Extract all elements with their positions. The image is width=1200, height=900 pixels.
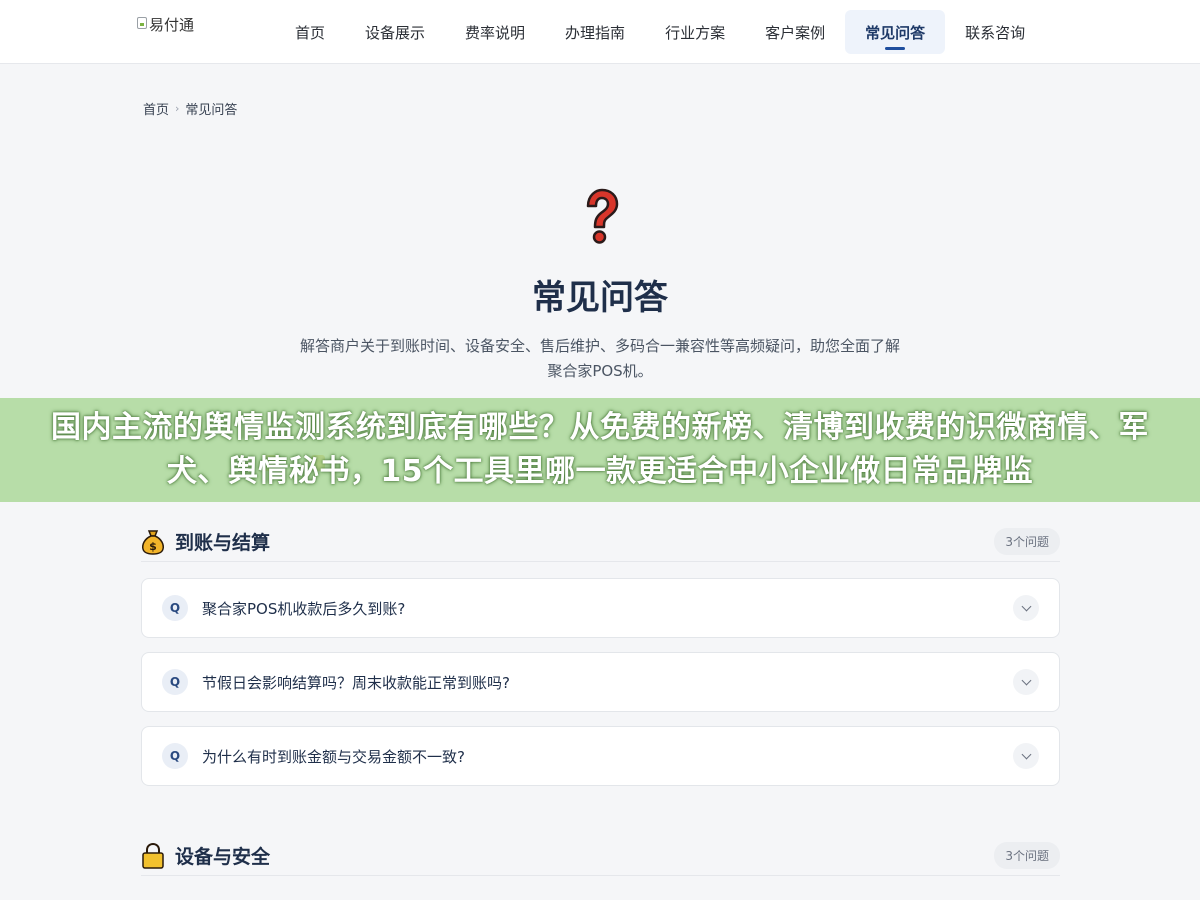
nav-item-home[interactable]: 首页 — [275, 10, 345, 54]
section-title: 设备与安全 — [141, 842, 270, 869]
chevron-down-icon[interactable] — [1013, 595, 1039, 621]
section-header: 设备与安全 3个问题 — [141, 836, 1060, 876]
section-title-text: 设备与安全 — [175, 846, 271, 868]
nav-item-cases[interactable]: 客户案例 — [745, 10, 845, 54]
nav-item-contact[interactable]: 联系咨询 — [945, 10, 1045, 54]
faq-question-item[interactable]: Q 为什么有时到账金额与交易金额不一致? — [141, 726, 1060, 786]
overlay-headline-banner[interactable]: 国内主流的舆情监测系统到底有哪些？从免费的新榜、清博到收费的识微商情、军犬、舆情… — [0, 398, 1200, 502]
nav-item-faq[interactable]: 常见问答 — [845, 10, 946, 54]
section-title: $ 到账与结算 — [141, 528, 270, 555]
svg-text:$: $ — [149, 540, 157, 553]
breadcrumb-current: 常见问答 — [185, 103, 238, 118]
question-count-badge: 3个问题 — [994, 842, 1060, 869]
top-navigation-bar: 易付通 首页 设备展示 费率说明 办理指南 行业方案 客户案例 常见问答 联系咨… — [0, 0, 1200, 64]
nav-item-solutions[interactable]: 行业方案 — [645, 10, 745, 54]
main-nav: 首页 设备展示 费率说明 办理指南 行业方案 客户案例 常见问答 联系咨询 — [275, 10, 1045, 54]
chevron-down-icon[interactable] — [1013, 743, 1039, 769]
banner-headline: 国内主流的舆情监测系统到底有哪些？从免费的新榜、清博到收费的识微商情、军犬、舆情… — [51, 410, 1149, 489]
question-badge: Q — [162, 669, 188, 695]
breadcrumb-home-link[interactable]: 首页 — [143, 99, 169, 118]
faq-section-settlement: $ 到账与结算 3个问题 Q 聚合家POS机收款后多久到账? Q 节假日会影响结… — [141, 522, 1060, 786]
chevron-down-icon[interactable] — [1013, 669, 1039, 695]
logo-alt-text: 易付通 — [149, 16, 195, 34]
breadcrumb-separator-icon: › — [175, 102, 180, 115]
question-text: 节假日会影响结算吗？周末收款能正常到账吗? — [202, 673, 510, 692]
nav-item-guide[interactable]: 办理指南 — [545, 10, 645, 54]
question-text: 为什么有时到账金额与交易金额不一致? — [202, 747, 465, 766]
nav-item-rates[interactable]: 费率说明 — [445, 10, 545, 54]
money-bag-icon: $ — [142, 529, 164, 555]
question-badge: Q — [162, 595, 188, 621]
question-badge: Q — [162, 743, 188, 769]
question-text: 聚合家POS机收款后多久到账? — [202, 599, 406, 618]
broken-image-icon — [137, 17, 147, 29]
faq-question-item[interactable]: Q 节假日会影响结算吗？周末收款能正常到账吗? — [141, 652, 1060, 712]
question-mark-icon — [586, 188, 619, 244]
page-description: 解答商户关于到账时间、设备安全、售后维护、多码合一兼容性等高频疑问，助您全面了解… — [300, 337, 901, 380]
lock-icon — [142, 842, 164, 869]
site-logo[interactable]: 易付通 — [137, 14, 194, 48]
nav-item-devices[interactable]: 设备展示 — [345, 10, 445, 54]
page-title: 常见问答 — [532, 278, 668, 318]
section-header: $ 到账与结算 3个问题 — [141, 522, 1060, 562]
section-title-text: 到账与结算 — [175, 532, 271, 554]
breadcrumb: 首页 › 常见问答 — [143, 99, 237, 118]
question-count-badge: 3个问题 — [994, 528, 1060, 555]
faq-question-item[interactable]: Q 聚合家POS机收款后多久到账? — [141, 578, 1060, 638]
faq-section-security: 设备与安全 3个问题 — [141, 836, 1060, 876]
